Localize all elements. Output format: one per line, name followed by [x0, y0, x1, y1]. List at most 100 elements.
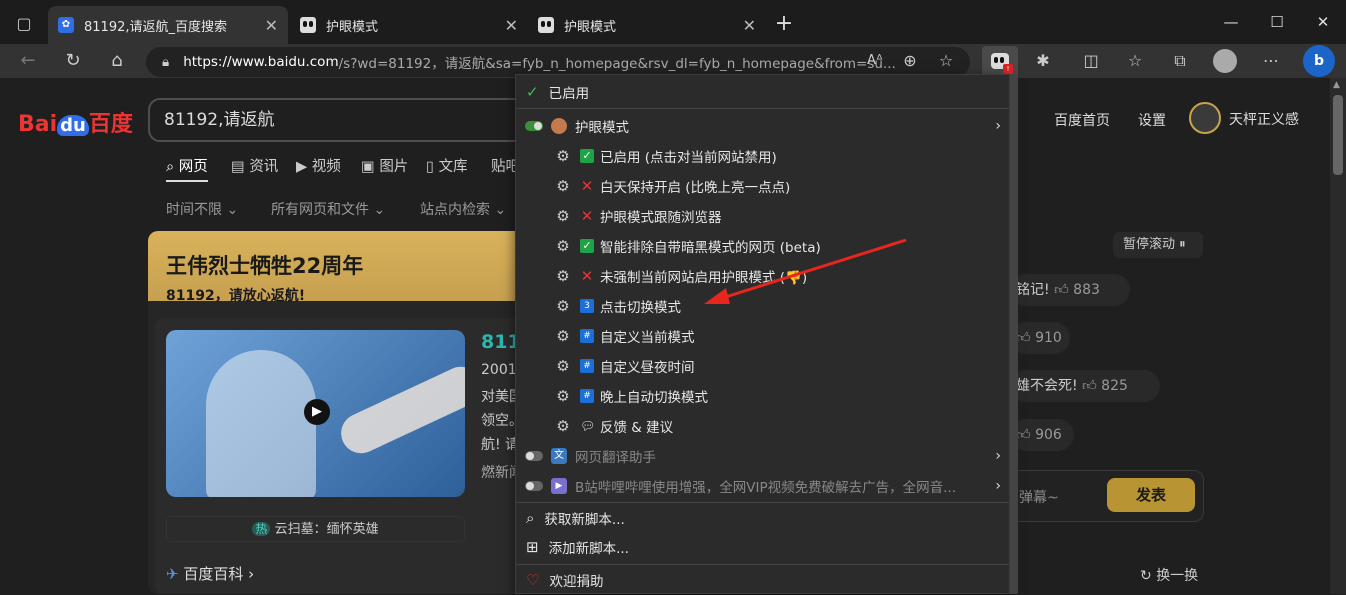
menu-eye-mode[interactable]: 护眼模式 › — [516, 111, 1009, 141]
nav-tab-docs[interactable]: ▯ 文库 — [426, 155, 468, 176]
zoom-icon[interactable]: ⊕ — [893, 44, 927, 78]
maximize-button[interactable]: ☐ — [1254, 8, 1300, 36]
script-command[interactable]: ⚙ ✕ 白天保持开启 (比晚上亮一点点) — [516, 171, 1009, 201]
script-command[interactable]: ⚙ ✕ 护眼模式跟随浏览器 — [516, 201, 1009, 231]
baidu-logo[interactable]: Bai du 百度 — [18, 106, 133, 138]
address-bar[interactable]: 🔒︎ https://www.baidu.com/s?wd=81192，请返航&… — [146, 47, 970, 77]
profile-avatar[interactable] — [1213, 49, 1237, 73]
minimize-button[interactable]: — — [1208, 8, 1254, 36]
nav-tab-label: 资讯 — [249, 159, 279, 175]
tab-baidu[interactable]: ✿ 81192,请返航_百度搜索 ✕ — [48, 6, 288, 44]
danmaku-item[interactable]: 👍︎ 910 — [1010, 322, 1070, 354]
window-close-button[interactable]: ✕ — [1300, 8, 1346, 36]
gear-icon: ⚙ — [556, 147, 570, 165]
bing-icon[interactable]: b — [1303, 45, 1335, 77]
nav-tab-label: 视频 — [311, 159, 341, 175]
menu-donate[interactable]: ♡ 欢迎捐助 — [516, 565, 1009, 595]
thumbs-up-icon[interactable]: 👍︎ — [1016, 330, 1031, 346]
nav-tab-images[interactable]: ▣ 图片 — [361, 155, 408, 176]
script-command[interactable]: ⚙ # 自定义当前模式 — [516, 321, 1009, 351]
nav-tab-tieba[interactable]: 贴吧 — [491, 155, 515, 176]
logo-bai: Bai — [18, 112, 58, 137]
url-host: https://www.baidu.com — [183, 54, 339, 70]
thumbs-up-icon[interactable]: 👍︎ — [1016, 427, 1031, 443]
nav-tab-news[interactable]: ▤ 资讯 — [231, 155, 278, 176]
read-aloud-icon[interactable]: Aᐞ — [858, 44, 892, 78]
filter-time[interactable]: 时间不限 ⌄ — [166, 199, 238, 219]
card-title[interactable]: 王伟烈士牺牲22周年 — [166, 250, 363, 280]
script-command[interactable]: ⚙ # 晚上自动切换模式 — [516, 381, 1009, 411]
toggle-off-icon[interactable] — [525, 481, 543, 491]
home-button[interactable]: ⌂ — [101, 44, 133, 78]
logo-cn: 百度 — [88, 112, 133, 137]
danmaku-item[interactable]: 铭记! 👍︎ 883 — [1010, 274, 1130, 306]
video-thumbnail[interactable]: ▶ — [166, 330, 465, 497]
filter-site[interactable]: 站点内检索 ⌄ — [420, 199, 506, 219]
menu-bilibili[interactable]: ▶ B站哔哩哔哩使用增强，全网VIP视频免费破解去广告，全网音... › — [516, 471, 1009, 501]
script-command[interactable]: ⚙ # 自定义昼夜时间 — [516, 351, 1009, 381]
thumbs-up-icon[interactable]: 👍︎ — [1082, 378, 1097, 394]
toggle-off-icon[interactable] — [525, 451, 543, 461]
toggle-on-icon[interactable] — [525, 121, 543, 131]
scrollbar-thumb[interactable] — [1333, 95, 1343, 175]
hot-topic-bar-2[interactable] — [483, 516, 515, 542]
tab-eye-mode-1[interactable]: 护眼模式 ✕ — [290, 6, 528, 44]
tab-actions-icon[interactable]: ▢ — [10, 10, 38, 38]
send-button[interactable]: 发表 — [1107, 478, 1195, 512]
user-avatar[interactable] — [1189, 102, 1221, 134]
username[interactable]: 天枰正义感 — [1229, 109, 1299, 129]
extensions-icon[interactable]: ✱ — [1026, 44, 1060, 78]
encyclopedia-label: 百度百科 — [183, 565, 244, 583]
filter-filetype[interactable]: 所有网页和文件 ⌄ — [271, 199, 385, 219]
danmaku-item[interactable]: 👍︎ 906 — [1010, 419, 1074, 451]
divider — [516, 108, 1009, 109]
gear-icon: ⚙ — [556, 297, 570, 315]
eye-mode-extension-button[interactable]: ! — [982, 46, 1018, 76]
favorite-add-icon[interactable]: ☆ — [929, 44, 963, 78]
chevron-right-icon: › — [995, 118, 1001, 134]
new-tab-button[interactable]: + — [770, 10, 798, 38]
close-icon[interactable]: ✕ — [505, 16, 518, 35]
favorites-icon[interactable]: ☆ — [1118, 44, 1152, 78]
more-icon[interactable]: ⋯ — [1254, 44, 1288, 78]
tab-eye-mode-2[interactable]: 护眼模式 ✕ — [528, 6, 766, 44]
script-command[interactable]: ⚙ 💬︎ 反馈 & 建议 — [516, 411, 1009, 441]
nav-tab-label: 贴吧 — [491, 159, 515, 175]
check-box-icon: ✓ — [580, 239, 594, 253]
menu-enabled[interactable]: ✓ 已启用 — [516, 77, 1009, 107]
search-input[interactable]: 81192,请返航 — [148, 98, 548, 142]
menu-add-script[interactable]: ⊞ 添加新脚本... — [516, 532, 1009, 562]
refresh-link[interactable]: ↻ 换一换 — [1140, 565, 1198, 585]
nav-tab-web[interactable]: ⌕ 网页 — [166, 155, 208, 182]
split-screen-icon[interactable]: ◫ — [1074, 44, 1108, 78]
encyclopedia-link[interactable]: ✈ 百度百科 › — [166, 563, 254, 584]
gear-icon: ⚙ — [556, 357, 570, 375]
link-baidu-home[interactable]: 百度首页 — [1054, 110, 1110, 130]
back-button[interactable]: ← — [12, 44, 44, 78]
card-text-4: 航! 请 — [481, 437, 520, 453]
play-icon[interactable]: ▶ — [304, 399, 330, 425]
cross-icon: ✕ — [580, 207, 594, 225]
refresh-button[interactable]: ↻ — [57, 44, 89, 78]
nav-tab-video[interactable]: ▶ 视频 — [296, 155, 341, 176]
script-command[interactable]: ⚙ ✓ 已启用 (点击对当前网站禁用) — [516, 141, 1009, 171]
close-icon[interactable]: ✕ — [265, 16, 278, 35]
heart-icon: ♡ — [526, 571, 540, 589]
danmaku-item[interactable]: 雄不会死! 👍︎ 825 — [1010, 370, 1160, 402]
baidu-paw-icon: ✿ — [58, 17, 74, 33]
thumbs-up-icon[interactable]: 👍︎ — [1054, 282, 1069, 298]
link-settings[interactable]: 设置 — [1138, 110, 1166, 130]
collections-icon[interactable]: ⧉ — [1163, 44, 1197, 78]
pause-label: 暂停滚动 — [1123, 237, 1176, 252]
url-path: /s?wd=81192，请返航&sa=fyb_n_homepage&rsv_dl… — [338, 56, 896, 72]
danmaku-text: 铭记! — [1016, 282, 1050, 298]
pause-scroll-button[interactable]: 暂停滚动 ⏸ — [1113, 232, 1203, 258]
hot-topic-bar[interactable]: 热 云扫墓：缅怀英雄 — [166, 516, 465, 542]
danmaku-placeholder: 弹幕~ — [1019, 490, 1059, 506]
menu-label: 护眼模式 — [575, 120, 629, 136]
menu-scrollbar[interactable] — [1010, 74, 1018, 594]
scroll-up-arrow[interactable]: ▲ — [1333, 80, 1340, 90]
menu-get-scripts[interactable]: ⌕ 获取新脚本... — [516, 503, 1009, 533]
close-icon[interactable]: ✕ — [743, 16, 756, 35]
menu-translate[interactable]: 文 网页翻译助手 › — [516, 441, 1009, 471]
